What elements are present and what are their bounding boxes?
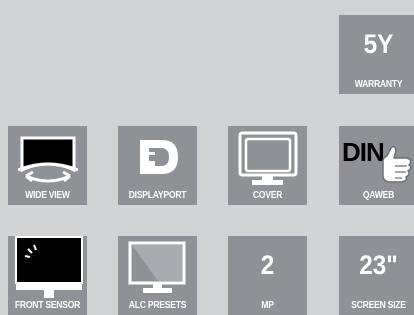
front-sensor-label: FRONT SENSOR [14, 300, 81, 311]
alc-presets-label: ALC PRESETS [128, 300, 187, 311]
wide-view-label: WIDE VIEW [25, 190, 70, 201]
displayport-tile: DISPLAYPORT [118, 126, 197, 205]
wide-view-tile: WIDE VIEW [8, 126, 87, 205]
displayport-label: DISPLAYPORT [128, 190, 187, 201]
qaweb-tile: DIN QAWEB [339, 126, 414, 205]
mp-value: 2 [260, 250, 275, 280]
qaweb-label: QAWEB [362, 190, 395, 201]
screen-size-value: 23" [359, 250, 398, 280]
warranty-tile: 5Y WARRANTY [339, 15, 414, 94]
cover-label: COVER [252, 190, 283, 201]
warranty-label: WARRANTY [354, 79, 403, 90]
screen-size-label: SCREEN SIZE [351, 300, 406, 311]
mp-tile: 2 MP [228, 236, 307, 315]
cover-tile: COVER [228, 126, 307, 205]
screen-size-tile: 23" SCREEN SIZE [339, 236, 414, 315]
warranty-value: 5Y [363, 29, 394, 59]
mp-label: MP [261, 300, 274, 311]
alc-presets-tile: ALC PRESETS [118, 236, 197, 315]
front-sensor-tile: FRONT SENSOR [8, 236, 87, 315]
